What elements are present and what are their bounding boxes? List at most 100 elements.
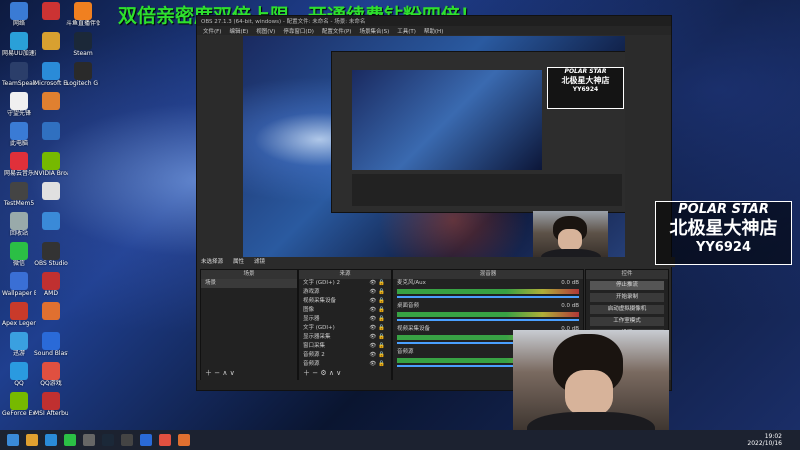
controls-header: 控件 bbox=[586, 270, 668, 279]
desktop-icon[interactable]: Steam bbox=[66, 32, 100, 57]
desktop-icon-label: 迅游 bbox=[12, 350, 25, 357]
desktop-app-icon bbox=[10, 272, 28, 290]
desktop-icon[interactable]: QQ bbox=[2, 362, 36, 387]
source-item[interactable]: 音频源 2 👁 🔒 bbox=[299, 351, 391, 360]
visibility-lock-icon[interactable]: 👁 🔒 bbox=[369, 297, 385, 306]
desktop-icon[interactable]: OBS Studio bbox=[34, 242, 68, 267]
desktop-icon[interactable]: Logitech G HUB bbox=[66, 62, 100, 87]
studio-mode-button[interactable]: 工作室模式 bbox=[589, 316, 665, 327]
desktop-icon[interactable]: Apex Legends bbox=[2, 302, 36, 327]
obs-preview[interactable]: POLAR STAR 北极星大神店 YY6924 bbox=[243, 36, 625, 266]
properties-button[interactable]: 属性 bbox=[233, 257, 244, 267]
menu-tools[interactable]: 工具(T) bbox=[397, 27, 416, 35]
desktop-icon[interactable] bbox=[34, 32, 68, 50]
visibility-lock-icon[interactable]: 👁 🔒 bbox=[369, 306, 385, 315]
desktop-icon[interactable] bbox=[34, 2, 68, 20]
desktop-icon[interactable]: 迅游 bbox=[2, 332, 36, 357]
nested-docks bbox=[352, 174, 622, 206]
desktop-icon[interactable] bbox=[34, 122, 68, 140]
clock-time: 19:02 bbox=[764, 433, 782, 440]
desktop-icon-label: 斗鱼直播伴侣 bbox=[66, 20, 100, 27]
source-item[interactable]: 窗口采集 👁 🔒 bbox=[299, 342, 391, 351]
volume-meter[interactable] bbox=[397, 312, 579, 317]
source-controls[interactable]: ＋ − ⚙ ∧ ∨ bbox=[303, 368, 341, 378]
stop-streaming-button[interactable]: 停止推流 bbox=[589, 280, 665, 291]
visibility-lock-icon[interactable]: 👁 🔒 bbox=[369, 324, 385, 333]
desktop-icon[interactable]: NVIDIA Broadcast bbox=[34, 152, 68, 177]
volume-slider[interactable] bbox=[397, 319, 579, 321]
volume-slider[interactable] bbox=[397, 296, 579, 298]
douyu-icon[interactable] bbox=[178, 434, 190, 446]
desktop-icon[interactable]: AMD bbox=[34, 272, 68, 297]
desktop-icon[interactable]: TestMem5 bbox=[2, 182, 36, 207]
scene-item[interactable]: 场景 bbox=[201, 279, 297, 288]
menu-docks[interactable]: 停靠窗口(D) bbox=[283, 27, 314, 35]
source-name: 游戏源 bbox=[303, 289, 320, 295]
desktop-icon[interactable]: 此电脑 bbox=[2, 122, 36, 147]
source-item[interactable]: 显示器采集 👁 🔒 bbox=[299, 333, 391, 342]
menu-profile[interactable]: 配置文件(P) bbox=[322, 27, 352, 35]
wechat-icon[interactable] bbox=[64, 434, 76, 446]
desktop-icon[interactable]: Microsoft Edge bbox=[34, 62, 68, 87]
source-item[interactable]: 游戏源 👁 🔒 bbox=[299, 288, 391, 297]
filters-button[interactable]: 滤镜 bbox=[254, 257, 265, 267]
app-icon[interactable] bbox=[140, 434, 152, 446]
source-item[interactable]: 文字 (GDI+) 👁 🔒 bbox=[299, 324, 391, 333]
visibility-lock-icon[interactable]: 👁 🔒 bbox=[369, 288, 385, 297]
source-name: 显示器 bbox=[303, 316, 320, 322]
netease-icon[interactable] bbox=[159, 434, 171, 446]
steam-icon[interactable] bbox=[102, 434, 114, 446]
menu-view[interactable]: 视图(V) bbox=[256, 27, 275, 35]
desktop-app-icon bbox=[10, 2, 28, 20]
desktop-icon[interactable] bbox=[34, 302, 68, 320]
start-icon[interactable] bbox=[7, 434, 19, 446]
desktop-icon[interactable]: 守望先锋 bbox=[2, 92, 36, 117]
desktop-icon[interactable]: MSI Afterburner bbox=[34, 392, 68, 417]
desktop-icon[interactable]: 网易云音乐 bbox=[2, 152, 36, 177]
mixer-channel: 麦克风/Aux 0.0 dB bbox=[393, 279, 583, 287]
desktop-icon[interactable]: 网易UU加速器 bbox=[2, 32, 36, 57]
mixer-channel-name: 麦克风/Aux bbox=[397, 280, 426, 286]
source-item[interactable]: 文字 (GDI+) 2 👁 🔒 bbox=[299, 279, 391, 288]
desktop-icon-label: 网易云音乐 bbox=[3, 170, 34, 177]
desktop-icon[interactable]: Wallpaper Engine bbox=[2, 272, 36, 297]
volume-meter[interactable] bbox=[397, 289, 579, 294]
visibility-lock-icon[interactable]: 👁 🔒 bbox=[369, 279, 385, 288]
desktop-icon-label: Apex Legends bbox=[2, 320, 36, 327]
menu-help[interactable]: 帮助(H) bbox=[424, 27, 443, 35]
obs-titlebar[interactable]: OBS 27.1.3 (64-bit, windows) - 配置文件: 未命名… bbox=[197, 16, 671, 26]
visibility-lock-icon[interactable]: 👁 🔒 bbox=[369, 342, 385, 351]
visibility-lock-icon[interactable]: 👁 🔒 bbox=[369, 315, 385, 324]
desktop-icon[interactable]: 回收站 bbox=[2, 212, 36, 237]
menu-scene-collection[interactable]: 场景集合(S) bbox=[359, 27, 389, 35]
desktop-icon[interactable]: Sound Blaster bbox=[34, 332, 68, 357]
desktop-icon[interactable]: GeForce Experience bbox=[2, 392, 36, 417]
settings-icon[interactable] bbox=[83, 434, 95, 446]
source-name: 文字 (GDI+) 2 bbox=[303, 280, 341, 286]
obs-icon[interactable] bbox=[121, 434, 133, 446]
desktop-icon[interactable]: QQ游戏 bbox=[34, 362, 68, 387]
menu-edit[interactable]: 编辑(E) bbox=[229, 27, 248, 35]
virtual-camera-button[interactable]: 启动虚拟摄像机 bbox=[589, 304, 665, 315]
visibility-lock-icon[interactable]: 👁 🔒 bbox=[369, 351, 385, 360]
desktop-icon[interactable]: 斗鱼直播伴侣 bbox=[66, 2, 100, 27]
file-explorer-icon[interactable] bbox=[26, 434, 38, 446]
desktop-icon[interactable]: 微信 bbox=[2, 242, 36, 267]
desktop-icon[interactable]: 网络 bbox=[2, 2, 36, 27]
scene-controls[interactable]: ＋ − ∧ ∨ bbox=[205, 368, 235, 378]
desktop-app-icon bbox=[42, 302, 60, 320]
menu-file[interactable]: 文件(F) bbox=[203, 27, 221, 35]
desktop-icon[interactable] bbox=[34, 212, 68, 230]
source-item[interactable]: 显示器 👁 🔒 bbox=[299, 315, 391, 324]
desktop-app-icon bbox=[42, 242, 60, 260]
visibility-lock-icon[interactable]: 👁 🔒 bbox=[369, 360, 385, 369]
visibility-lock-icon[interactable]: 👁 🔒 bbox=[369, 333, 385, 342]
source-item[interactable]: 图像 👁 🔒 bbox=[299, 306, 391, 315]
taskbar-clock[interactable]: 19:02 2022/10/16 bbox=[747, 433, 782, 447]
desktop-icon[interactable] bbox=[34, 92, 68, 110]
edge-icon[interactable] bbox=[45, 434, 57, 446]
desktop-icon[interactable]: TeamSpeak 3 bbox=[2, 62, 36, 87]
start-recording-button[interactable]: 开始录制 bbox=[589, 292, 665, 303]
desktop-icon[interactable] bbox=[34, 182, 68, 200]
source-item[interactable]: 视频采集设备 👁 🔒 bbox=[299, 297, 391, 306]
